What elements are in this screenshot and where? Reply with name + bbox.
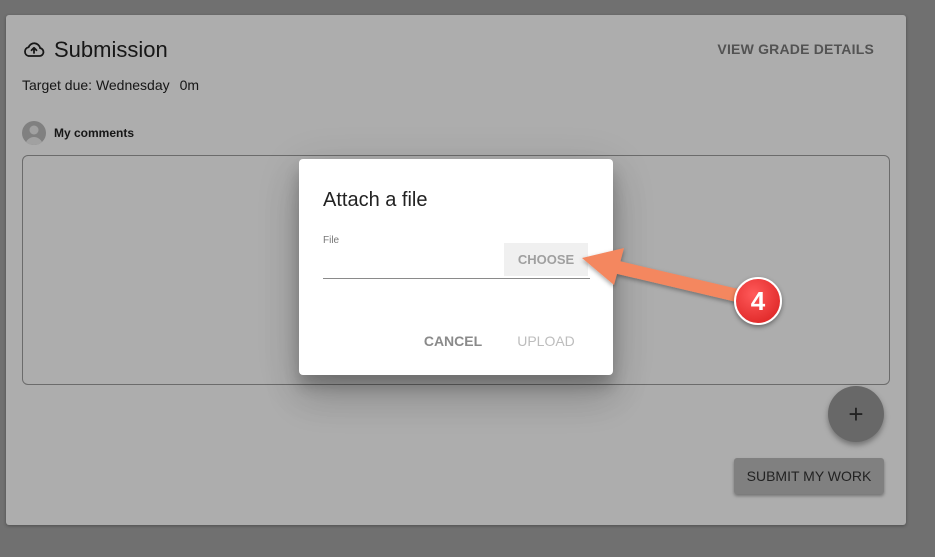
cancel-button[interactable]: CANCEL xyxy=(417,326,489,356)
file-field-underline xyxy=(323,278,590,279)
dialog-title: Attach a file xyxy=(323,189,428,211)
attach-file-dialog: Attach a file File CHOOSE CANCEL UPLOAD xyxy=(299,159,613,375)
step-badge: 4 xyxy=(734,277,782,325)
file-input[interactable] xyxy=(323,249,503,279)
choose-file-button[interactable]: CHOOSE xyxy=(504,243,588,276)
file-field-label: File xyxy=(323,235,340,246)
page: Submission VIEW GRADE DETAILS Target due… xyxy=(0,0,935,557)
upload-button: UPLOAD xyxy=(517,333,575,349)
